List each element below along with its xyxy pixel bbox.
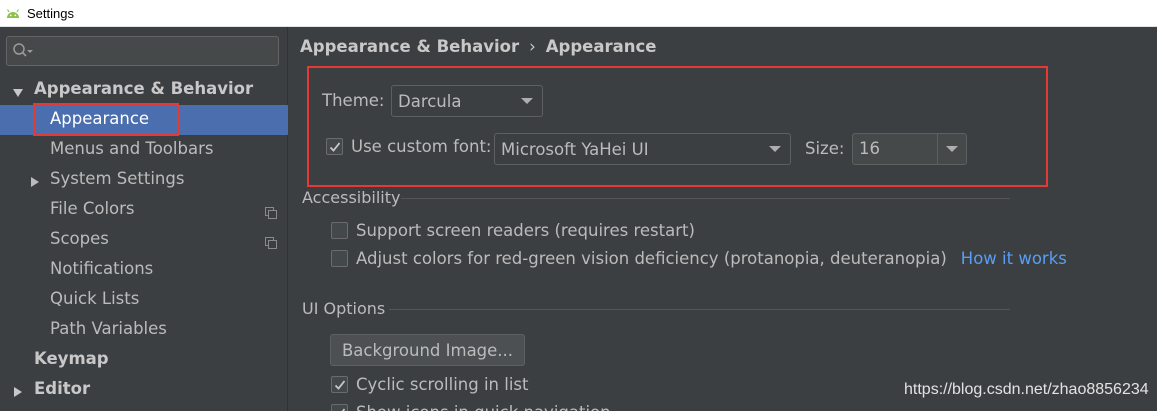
window-titlebar: Settings [0,0,1157,27]
font-size-value[interactable]: 16 [859,139,880,158]
tree-item-label: Quick Lists [50,289,140,308]
section-divider [401,198,1010,199]
tree-item-file-colors[interactable]: File Colors [0,195,288,225]
cyclic-scrolling-label[interactable]: Cyclic scrolling in list [356,375,528,394]
tree-item-menus-toolbars[interactable]: Menus and Toolbars [0,135,288,165]
chevron-down-icon[interactable] [946,146,958,152]
tree-item-appearance[interactable]: Appearance [0,105,288,135]
color-deficiency-checkbox[interactable] [331,250,348,267]
tree-item-path-variables[interactable]: Path Variables [0,315,288,345]
settings-search-input[interactable] [39,39,275,63]
font-size-combo[interactable]: 16 [852,133,967,165]
copy-icon [265,234,277,249]
settings-tree: Appearance & Behavior Appearance Menus a… [0,75,288,405]
show-icons-checkbox[interactable] [331,404,348,411]
screen-readers-row: Support screen readers (requires restart… [331,221,695,240]
expanded-arrow-icon[interactable] [12,84,24,97]
cyclic-scrolling-row: Cyclic scrolling in list [331,375,528,394]
accessibility-section-title: Accessibility [302,188,401,207]
tree-item-label: System Settings [50,169,185,188]
tree-item-label: Notifications [50,259,154,278]
collapsed-arrow-icon[interactable] [29,173,41,187]
tree-item-label: Scopes [50,229,109,248]
tree-item-appearance-behavior[interactable]: Appearance & Behavior [0,75,288,105]
tree-item-label: Appearance & Behavior [34,79,254,98]
theme-value: Darcula [398,91,462,111]
settings-search-box[interactable] [6,36,279,66]
tree-item-keymap[interactable]: Keymap [0,345,288,375]
tree-item-label: Menus and Toolbars [50,139,214,158]
settings-main-panel: Appearance & Behavior › Appearance Theme… [289,27,1157,411]
show-icons-label[interactable]: Show icons in quick navigation [356,403,611,411]
tree-item-label: File Colors [50,199,135,218]
cyclic-scrolling-checkbox[interactable] [331,376,348,393]
tree-item-label: Editor [34,379,91,398]
tree-item-label: Path Variables [50,319,167,338]
window-title: Settings [27,5,74,21]
custom-font-checkbox[interactable] [326,138,343,155]
chevron-down-icon [769,146,781,152]
tree-item-notifications[interactable]: Notifications [0,255,288,285]
search-icon[interactable] [12,42,36,60]
watermark-text: https://blog.csdn.net/zhao8856234 [904,381,1149,398]
font-dropdown[interactable]: Microsoft YaHei UI [494,133,791,165]
show-icons-row: Show icons in quick navigation [331,403,611,411]
tree-item-system-settings[interactable]: System Settings [0,165,288,195]
breadcrumb-separator: › [529,37,536,56]
collapsed-arrow-icon[interactable] [12,383,24,397]
tree-item-label: Keymap [34,349,109,368]
copy-icon [265,204,277,219]
ui-options-section-title: UI Options [302,299,386,318]
screen-readers-checkbox[interactable] [331,222,348,239]
section-divider [389,309,1010,310]
settings-sidebar: Appearance & Behavior Appearance Menus a… [0,27,288,411]
tree-item-editor[interactable]: Editor [0,375,288,405]
background-image-button[interactable]: Background Image... [330,334,525,366]
theme-dropdown[interactable]: Darcula [391,85,543,117]
font-value: Microsoft YaHei UI [501,139,649,159]
tree-item-quick-lists[interactable]: Quick Lists [0,285,288,315]
screen-readers-label[interactable]: Support screen readers (requires restart… [356,221,695,240]
breadcrumb-item[interactable]: Appearance & Behavior [300,37,519,56]
color-deficiency-label[interactable]: Adjust colors for red-green vision defic… [356,249,947,268]
theme-label: Theme: [322,91,385,110]
tree-item-label: Appearance [50,109,150,128]
tree-item-scopes[interactable]: Scopes [0,225,288,255]
custom-font-row: Use custom font: [326,137,491,156]
chevron-down-icon [521,98,533,104]
color-deficiency-row: Adjust colors for red-green vision defic… [331,249,1067,268]
breadcrumb-item: Appearance [545,37,657,56]
combo-divider [937,134,938,164]
size-label: Size: [805,139,845,158]
how-it-works-link[interactable]: How it works [961,249,1067,268]
custom-font-label[interactable]: Use custom font: [351,137,491,156]
breadcrumb: Appearance & Behavior › Appearance [300,37,656,56]
android-icon [6,8,20,19]
